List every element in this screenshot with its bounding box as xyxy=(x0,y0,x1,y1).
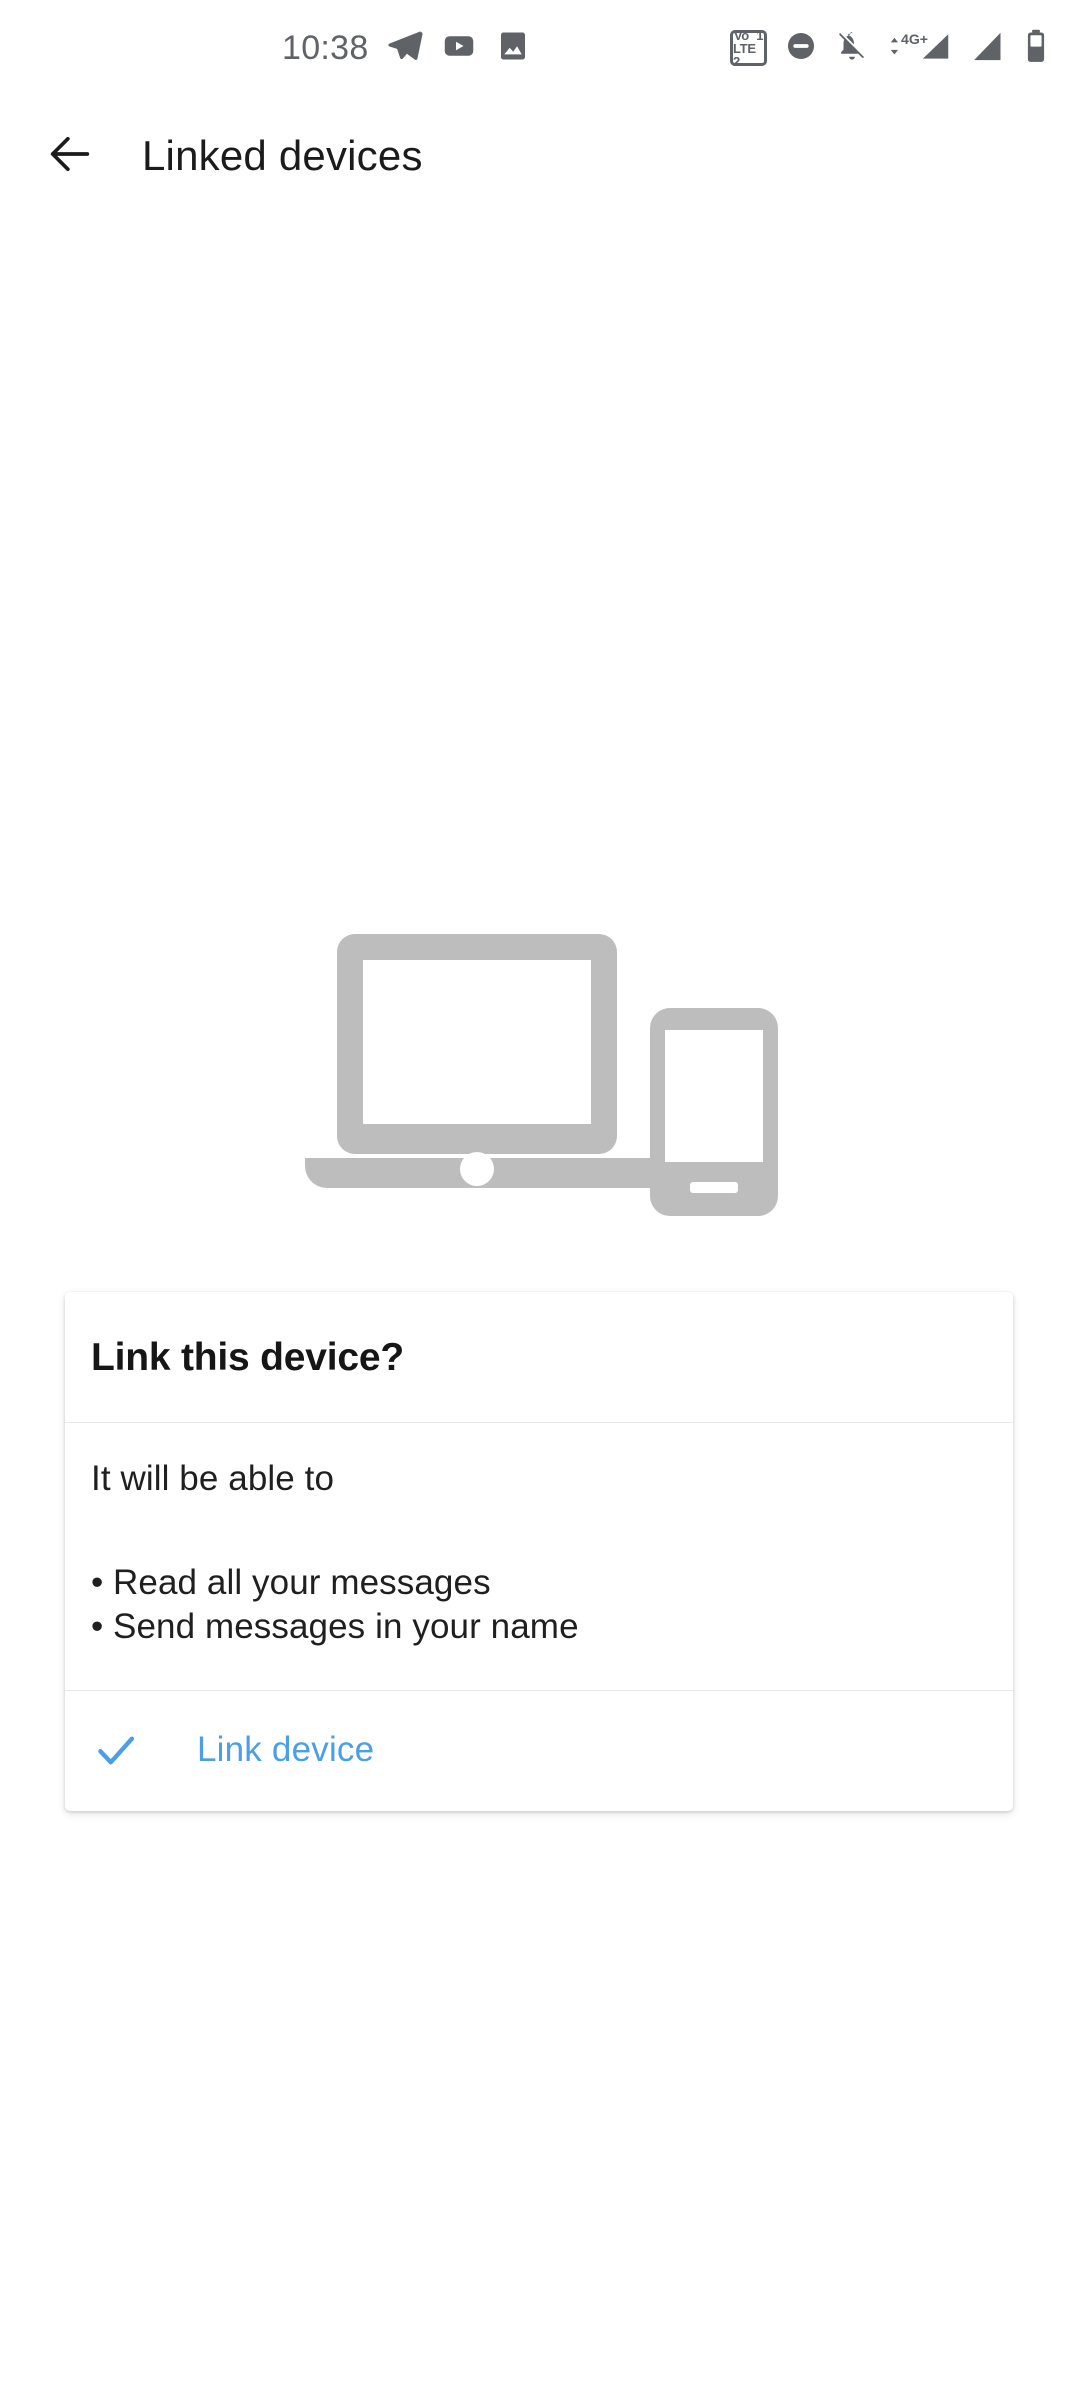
status-bar-right-group: Vo´ 1 LTE 2 4G+ xyxy=(730,0,1050,96)
link-device-dialog: Link this device? It will be able to • R… xyxy=(65,1292,1013,1811)
volte-sim-icon: Vo´ 1 LTE 2 xyxy=(730,27,767,69)
check-icon xyxy=(91,1725,149,1775)
permission-label: Read all your messages xyxy=(113,1563,491,1602)
dialog-title-row: Link this device? xyxy=(65,1292,1013,1423)
laptop-and-phone-illustration xyxy=(295,920,785,1225)
mobile-data-4g-plus-icon: 4G+ xyxy=(886,28,952,69)
status-bar-left-group: 10:38 xyxy=(282,28,531,69)
telegram-icon xyxy=(387,28,423,69)
app-bar: Linked devices xyxy=(0,96,1080,216)
screen-root: 10:38 Vo´ 1 LTE 2 4G+ Linked devices Lin… xyxy=(0,0,1080,2400)
permission-list: • Read all your messages • Send messages… xyxy=(91,1561,987,1650)
volte-sim1-label: Vo´ 1 xyxy=(733,27,764,43)
page-title: Linked devices xyxy=(142,132,423,179)
link-device-button[interactable]: Link device xyxy=(65,1691,1013,1811)
status-bar-clock: 10:38 xyxy=(282,29,369,67)
battery-icon xyxy=(1022,28,1050,69)
signal-bars-icon xyxy=(969,28,1005,69)
dialog-title: Link this device? xyxy=(91,1336,405,1379)
back-arrow-icon xyxy=(44,128,96,185)
dialog-body: It will be able to • Read all your messa… xyxy=(65,1423,1013,1691)
youtube-icon xyxy=(441,28,477,69)
status-bar: 10:38 Vo´ 1 LTE 2 4G+ xyxy=(0,0,1080,96)
do-not-disturb-icon xyxy=(784,29,818,68)
gallery-icon xyxy=(495,28,531,69)
dialog-intro-text: It will be able to xyxy=(91,1459,335,1498)
link-device-label: Link device xyxy=(197,1729,375,1769)
ringer-silent-icon xyxy=(835,29,869,68)
list-item: • Send messages in your name xyxy=(91,1605,987,1649)
svg-text:4G+: 4G+ xyxy=(901,30,928,46)
bullet-icon: • xyxy=(91,1563,104,1602)
back-button[interactable] xyxy=(22,108,118,204)
bullet-icon: • xyxy=(91,1607,104,1647)
list-item: • Read all your messages xyxy=(91,1561,987,1605)
volte-sim2-label: LTE 2 xyxy=(733,40,756,69)
permission-label: Send messages in your name xyxy=(113,1607,579,1647)
